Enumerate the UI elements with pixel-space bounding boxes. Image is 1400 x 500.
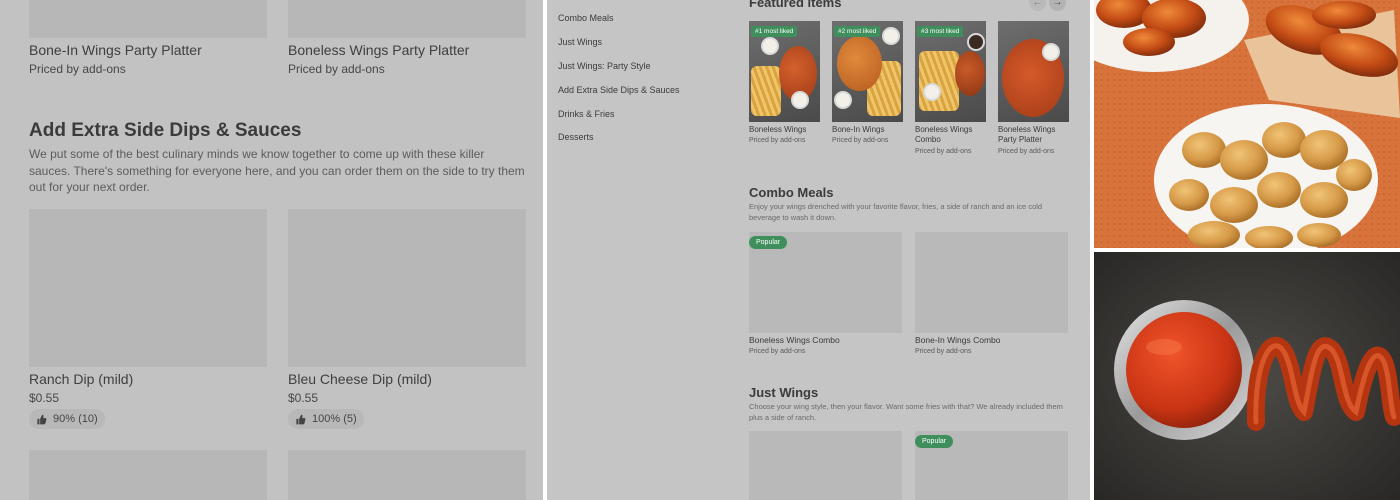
most-liked-tag: #3 most liked	[917, 26, 964, 37]
section-description: We put some of the best culinary minds w…	[29, 147, 525, 194]
most-liked-tag: #2 most liked	[834, 26, 881, 37]
ranch-dip-image[interactable]	[29, 209, 267, 367]
middle-panel: Combo Meals Just Wings Just Wings: Party…	[547, 0, 1090, 500]
combo-item-name[interactable]: Boneless Wings Combo	[749, 335, 840, 345]
featured-item-price: Priced by add-ons	[998, 148, 1055, 155]
combo-item-price: Priced by add-ons	[749, 348, 806, 355]
item-price: Priced by add-ons	[288, 62, 385, 76]
featured-heading: Featured items	[749, 0, 842, 10]
featured-item-image[interactable]: #2 most liked	[832, 21, 903, 122]
nav-item-combo-meals[interactable]: Combo Meals	[558, 13, 614, 23]
just-wings-description: Choose your wing style, then your flavor…	[749, 402, 1063, 422]
nav-item-drinks-fries[interactable]: Drinks & Fries	[558, 109, 615, 119]
combo-meals-description: Enjoy your wings drenched with your favo…	[749, 202, 1043, 222]
nav-item-just-wings[interactable]: Just Wings	[558, 37, 602, 47]
left-panel: Bone-In Wings Party Platter Boneless Win…	[0, 0, 543, 500]
item-image[interactable]	[29, 450, 267, 500]
item-title[interactable]: Bone-In Wings Party Platter	[29, 42, 202, 58]
nav-item-desserts[interactable]: Desserts	[558, 132, 594, 142]
boneless-platter-image[interactable]	[288, 0, 526, 38]
featured-item-price: Priced by add-ons	[915, 148, 972, 155]
combo-meals-heading: Combo Meals	[749, 185, 834, 200]
carousel-prev-button[interactable]: ←	[1029, 0, 1046, 11]
nav-item-party-style[interactable]: Just Wings: Party Style	[558, 61, 651, 71]
nav-item-dips-sauces[interactable]: Add Extra Side Dips & Sauces	[558, 85, 680, 95]
boneless-wings-photo	[1094, 0, 1400, 248]
bone-in-platter-image[interactable]	[29, 0, 267, 38]
wings-item-image[interactable]	[749, 431, 902, 500]
item-title[interactable]: Bleu Cheese Dip (mild)	[288, 371, 432, 387]
item-price: Priced by add-ons	[29, 62, 126, 76]
featured-item-name[interactable]: Boneless Wings Combo	[915, 125, 987, 145]
rating-badge: 100% (5)	[288, 409, 364, 429]
featured-item-price: Priced by add-ons	[749, 137, 806, 144]
combo-item-price: Priced by add-ons	[915, 348, 972, 355]
sauce-photo	[1094, 252, 1400, 500]
item-title[interactable]: Boneless Wings Party Platter	[288, 42, 469, 58]
section-heading: Add Extra Side Dips & Sauces	[29, 120, 302, 141]
thumbs-up-icon	[37, 414, 47, 424]
item-image[interactable]	[288, 450, 526, 500]
featured-item-name[interactable]: Boneless Wings	[749, 125, 829, 135]
sauce-illustration	[1094, 252, 1400, 500]
popular-badge: Popular	[915, 435, 954, 448]
featured-item-image[interactable]: #3 most liked	[915, 21, 986, 122]
combo-item-image[interactable]	[915, 232, 1068, 333]
item-price: $0.55	[288, 391, 319, 405]
featured-item-price: Priced by add-ons	[832, 137, 889, 144]
arrow-left-icon: ←	[1032, 0, 1043, 8]
thumbs-up-icon	[296, 414, 306, 424]
featured-item-image[interactable]: #1 most liked	[749, 21, 820, 122]
rating-text: 90% (10)	[53, 413, 98, 425]
combo-item-name[interactable]: Bone-In Wings Combo	[915, 335, 1001, 345]
rating-badge: 90% (10)	[29, 409, 105, 429]
featured-item-name[interactable]: Bone-In Wings	[832, 125, 912, 135]
featured-item-image[interactable]	[998, 21, 1069, 122]
featured-item-name[interactable]: Boneless Wings Party Platter	[998, 125, 1070, 145]
item-price: $0.55	[29, 391, 60, 405]
most-liked-tag: #1 most liked	[751, 26, 798, 37]
arrow-right-icon: →	[1052, 0, 1063, 8]
item-title[interactable]: Ranch Dip (mild)	[29, 371, 133, 387]
popular-badge: Popular	[749, 236, 788, 249]
carousel-next-button[interactable]: →	[1049, 0, 1066, 11]
wings-illustration	[1094, 0, 1400, 248]
just-wings-heading: Just Wings	[749, 385, 819, 400]
rating-text: 100% (5)	[312, 413, 357, 425]
bleu-cheese-dip-image[interactable]	[288, 209, 526, 367]
